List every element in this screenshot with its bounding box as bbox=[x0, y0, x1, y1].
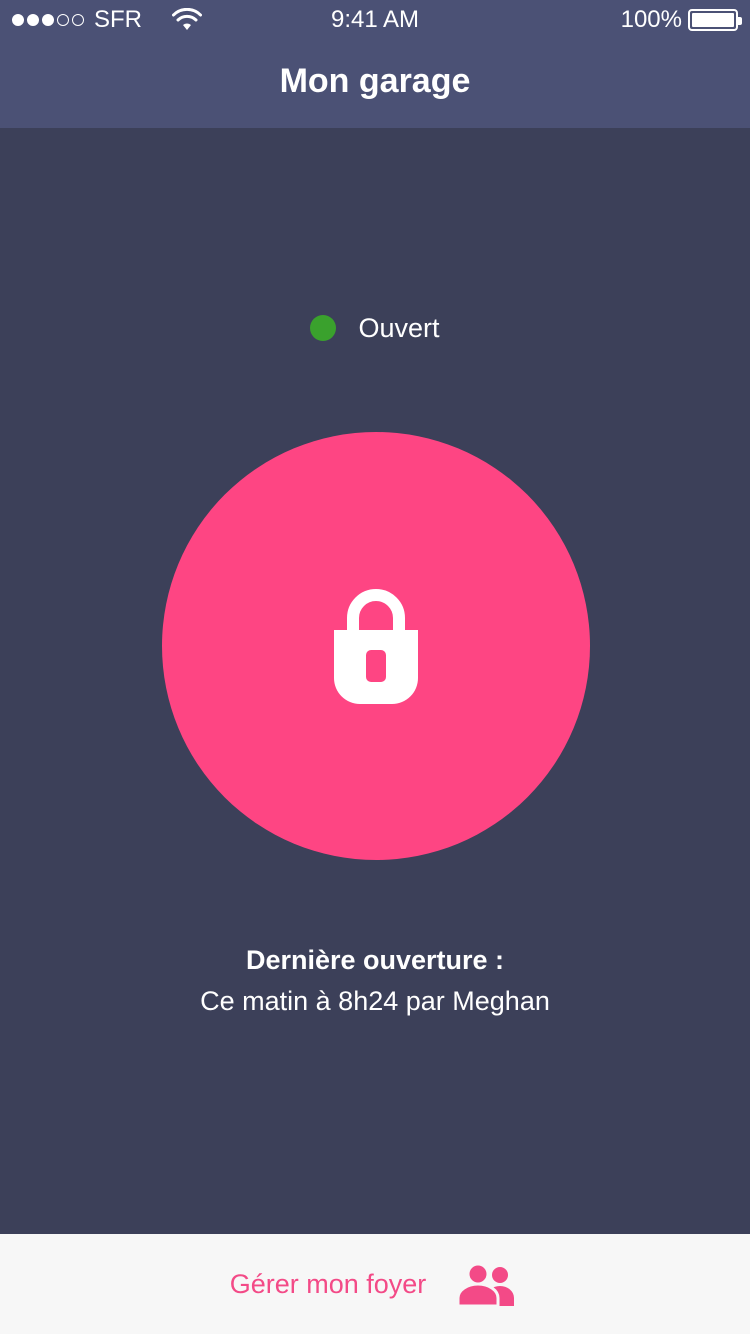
people-icon bbox=[456, 1262, 515, 1306]
status-dot-icon bbox=[310, 315, 337, 341]
status-bar: SFR 9:41 AM 100% bbox=[0, 0, 750, 40]
battery-icon bbox=[688, 9, 742, 31]
top-bar: SFR 9:41 AM 100% Mon garage bbox=[0, 0, 750, 128]
battery-group: 100% bbox=[620, 0, 742, 40]
lock-button[interactable] bbox=[162, 432, 590, 860]
manage-household-button[interactable]: Gérer mon foyer bbox=[0, 1234, 750, 1334]
padlock-icon bbox=[334, 589, 418, 704]
last-opening-info: Dernière ouverture : Ce matin à 8h24 par… bbox=[0, 940, 750, 1022]
door-status-label: Ouvert bbox=[358, 312, 440, 343]
door-status: Ouvert bbox=[0, 310, 750, 346]
page-title: Mon garage bbox=[279, 62, 471, 100]
battery-percent: 100% bbox=[620, 6, 682, 33]
manage-household-label: Gérer mon foyer bbox=[229, 1268, 427, 1299]
last-opening-heading: Dernière ouverture : bbox=[245, 945, 505, 975]
last-opening-detail: Ce matin à 8h24 par Meghan bbox=[200, 986, 550, 1016]
